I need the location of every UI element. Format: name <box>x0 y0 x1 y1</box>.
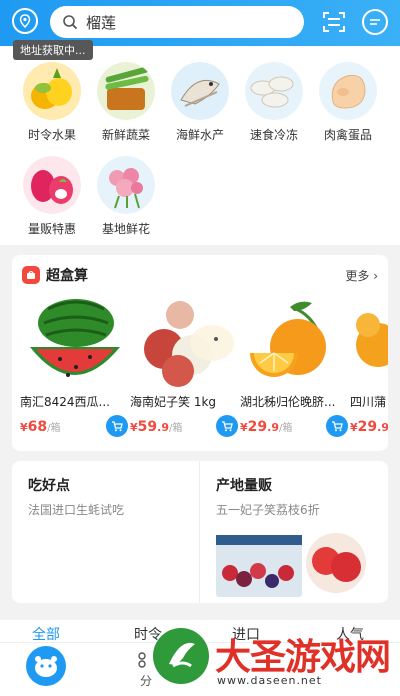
berries-apple-image <box>216 533 366 597</box>
scan-icon[interactable] <box>322 10 346 34</box>
add-to-cart-button[interactable] <box>216 415 238 437</box>
more-link[interactable]: 更多 › <box>345 267 378 284</box>
product-price: ¥29.9/箱 <box>240 419 293 435</box>
home-mascot-icon[interactable] <box>26 646 66 686</box>
cart-badge-icon <box>22 266 40 284</box>
box-deal-header: 超盒算 <box>22 265 88 285</box>
citrus-image <box>356 313 388 367</box>
meat-icon <box>319 62 377 120</box>
box-deal-title: 超盒算 <box>46 268 88 284</box>
category-vegetable[interactable]: 新鲜蔬菜 <box>88 62 164 143</box>
add-to-cart-button[interactable] <box>106 415 128 437</box>
lychee-image <box>144 301 234 387</box>
location-tooltip: 地址获取中... <box>13 40 93 60</box>
product-name: 海南妃子笑 1kg <box>130 395 217 409</box>
product-price: ¥29.9 <box>350 419 388 435</box>
product-name: 四川蒲 <box>350 395 387 409</box>
box-deal-card: 超盒算 更多 › 南汇8424西瓜... ¥68/箱 海南妃子笑 1kg ¥59… <box>12 255 388 451</box>
category-label: 基地鲜花 <box>101 222 150 236</box>
product-price: ¥68/箱 <box>20 419 61 435</box>
watermark-url: www.daseen.net <box>217 674 322 687</box>
category-fruit[interactable]: 时令水果 <box>14 62 90 143</box>
category-seafood[interactable]: 海鲜水产 <box>162 62 238 143</box>
category-meat[interactable]: 肉禽蛋品 <box>310 62 386 143</box>
category-label: 肉禽蛋品 <box>323 128 372 142</box>
add-to-cart-button[interactable] <box>326 415 348 437</box>
category-nav-icon <box>138 652 146 668</box>
tab-all[interactable]: 全部 <box>32 624 60 644</box>
product-card[interactable]: 海南妃子笑 1kg ¥59.9/箱 <box>130 295 238 445</box>
category-label: 速食冷冻 <box>249 128 298 142</box>
nav-category[interactable]: 分 <box>136 652 152 688</box>
promo-left-title: 吃好点 <box>28 478 70 494</box>
vegetable-icon <box>97 62 155 120</box>
promo-left-subtitle: 法国进口生蚝试吃 <box>28 503 125 517</box>
category-label: 新鲜蔬菜 <box>101 128 150 142</box>
category-label: 海鲜水产 <box>175 128 224 142</box>
fruit-icon <box>23 62 81 120</box>
promo-card: 吃好点 法国进口生蚝试吃 产地量贩 五一妃子笑荔枝6折 <box>12 461 388 603</box>
search-text: 榴莲 <box>86 13 117 32</box>
product-price: ¥59.9/箱 <box>130 419 183 435</box>
orange-image <box>250 301 326 377</box>
category-flower[interactable]: 基地鲜花 <box>88 156 164 237</box>
watermark: 大圣游戏网 www.daseen.net <box>153 624 393 692</box>
product-name: 湖北秭归伦晚脐... <box>240 395 336 409</box>
flower-icon <box>97 156 155 214</box>
category-label: 时令水果 <box>27 128 76 142</box>
watermark-logo-icon <box>153 628 209 684</box>
message-icon[interactable] <box>362 9 388 35</box>
frozen-food-icon <box>245 62 303 120</box>
category-label: 量贩特惠 <box>27 222 76 236</box>
category-discount[interactable]: 量贩特惠 <box>14 156 90 237</box>
product-card[interactable]: 湖北秭归伦晚脐... ¥29.9/箱 <box>240 295 348 445</box>
location-icon[interactable] <box>12 8 38 34</box>
nav-category-label: 分 <box>140 674 153 688</box>
discount-icon <box>23 156 81 214</box>
category-frozen[interactable]: 速食冷冻 <box>236 62 312 143</box>
watermelon-image <box>30 299 120 377</box>
product-card[interactable]: 四川蒲 ¥29.9 <box>350 295 388 445</box>
watermark-title: 大圣游戏网 <box>215 636 391 678</box>
divider <box>199 461 200 603</box>
promo-right-title: 产地量贩 <box>216 478 272 494</box>
product-card[interactable]: 南汇8424西瓜... ¥68/箱 <box>20 295 128 445</box>
seafood-icon <box>171 62 229 120</box>
product-name: 南汇8424西瓜... <box>20 395 110 409</box>
promo-right-subtitle: 五一妃子笑荔枝6折 <box>216 503 320 517</box>
search-icon <box>63 15 78 30</box>
search-input[interactable]: 榴莲 <box>50 6 304 38</box>
